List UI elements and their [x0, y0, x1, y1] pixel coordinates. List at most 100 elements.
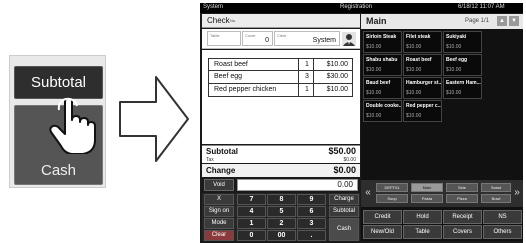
cash-button[interactable]: Cash — [329, 218, 359, 241]
category-tab[interactable]: Side — [446, 183, 478, 192]
category-tab-active[interactable]: Main — [411, 183, 443, 192]
menu-item-price: $10.00 — [406, 113, 422, 119]
menu-item-name: Red pepper c... — [406, 103, 441, 109]
key-3[interactable]: 3 — [297, 218, 326, 229]
ns-button[interactable]: NS — [483, 210, 522, 224]
charge-button[interactable]: Charge — [329, 194, 359, 205]
subtotal-area: Subtotal $50.00 Tax $0.00 — [202, 145, 360, 163]
item-qty: 1 — [305, 61, 309, 68]
key-1[interactable]: 1 — [237, 218, 266, 229]
check-item-row[interactable]: Roast beef 1 $10.00 — [208, 58, 353, 71]
menu-item-tile[interactable]: Double cooke... $10.00 — [363, 100, 402, 122]
menu-panel: Main Page 1/1 ▲ ▼ Sirloin Steak $10.00 Fi… — [361, 14, 523, 241]
menu-item-name: Baud beef — [366, 80, 391, 86]
sign-on-button[interactable]: Sign on — [204, 206, 234, 217]
key-0[interactable]: 0 — [237, 230, 266, 241]
subtotal-label: Subtotal — [206, 147, 238, 156]
category-tab[interactable]: Soup — [376, 194, 408, 203]
table-button[interactable]: Table — [403, 225, 442, 239]
menu-item-tile[interactable]: Baud beef $10.00 — [363, 77, 402, 99]
menu-item-tile[interactable]: Hamburger st... $10.00 — [403, 77, 442, 99]
cover-label: Cover — [245, 33, 256, 38]
covers-button[interactable]: Covers — [443, 225, 482, 239]
menu-item-price: $10.00 — [446, 44, 462, 50]
category-tab[interactable]: Salad — [481, 183, 511, 192]
new-old-button[interactable]: New/Old — [363, 225, 402, 239]
item-qty: 1 — [305, 86, 309, 93]
menu-item-name: Shabu shabu — [366, 57, 398, 63]
item-name: Beef egg — [214, 73, 243, 80]
change-value: $0.00 — [333, 165, 356, 175]
receipt-button[interactable]: Receipt — [443, 210, 482, 224]
category-tab[interactable]: Pizza — [446, 194, 478, 203]
entry-row: Void 0.00 — [202, 178, 360, 192]
clerk-field[interactable]: Clerk System — [274, 31, 340, 46]
menu-item-name: Sukiyaki — [446, 34, 467, 40]
menu-item-tile[interactable]: Sirloin Steak $10.00 — [363, 31, 402, 53]
page-up-icon[interactable]: ▲ — [497, 16, 507, 26]
change-area: Change $0.00 — [202, 164, 360, 177]
menu-item-tile[interactable]: Roast beef $10.00 — [403, 54, 442, 76]
menu-item-name: Hamburger st... — [406, 80, 441, 86]
key-8[interactable]: 8 — [267, 194, 296, 205]
check-number-label: No. — [230, 18, 237, 23]
menu-item-price: $10.00 — [406, 90, 422, 96]
key-5[interactable]: 5 — [267, 206, 296, 217]
pos-screen: System Registration 6/18/12 11:07 AM Che… — [200, 3, 523, 243]
zoom-illustration: Subtotal Cash — [9, 55, 106, 188]
menu-item-tile[interactable]: Sukiyaki $10.00 — [443, 31, 482, 53]
menu-item-tile[interactable]: Red pepper c... $10.00 — [403, 100, 442, 122]
cover-field[interactable]: Cover 0 — [242, 31, 273, 46]
table-field[interactable]: Table — [207, 31, 241, 46]
menu-item-tile[interactable]: Filet steak $10.00 — [403, 31, 442, 53]
menu-item-price: $10.00 — [406, 44, 422, 50]
clerk-label: Clerk — [277, 33, 287, 38]
menu-item-price: $10.00 — [406, 67, 422, 73]
key-dot[interactable]: . — [297, 230, 326, 241]
right-arrow-icon — [119, 76, 189, 162]
menu-item-tile[interactable]: Shabu shabu $10.00 — [363, 54, 402, 76]
page-down-icon[interactable]: ▼ — [509, 16, 519, 26]
status-system: System — [203, 4, 224, 10]
category-tab[interactable]: Pasta — [411, 194, 443, 203]
check-item-row[interactable]: Red pepper chicken 1 $10.00 — [208, 84, 353, 97]
others-button[interactable]: Others — [483, 225, 522, 239]
item-amount: $10.00 — [326, 61, 348, 68]
clear-button[interactable]: Clear — [204, 230, 234, 241]
menu-item-price: $10.00 — [366, 67, 382, 73]
category-tab[interactable]: Bowl — [481, 194, 511, 203]
key-7[interactable]: 7 — [237, 194, 266, 205]
key-2[interactable]: 2 — [267, 218, 296, 229]
subtotal-button[interactable]: Subtotal — [329, 206, 359, 217]
key-4[interactable]: 4 — [237, 206, 266, 217]
amount-entry-field[interactable]: 0.00 — [237, 179, 358, 191]
item-name: Roast beef — [214, 61, 248, 68]
check-items-list: Roast beef 1 $10.00 Beef egg 3 $30.00 Re… — [202, 50, 360, 144]
hold-button[interactable]: Hold — [403, 210, 442, 224]
key-6[interactable]: 6 — [297, 206, 326, 217]
menu-item-name: Roast beef — [406, 57, 432, 63]
check-info-row: Table Cover 0 Clerk System — [202, 29, 360, 49]
item-qty: 3 — [305, 73, 309, 80]
check-item-row[interactable]: Beef egg 3 $30.00 — [208, 71, 353, 84]
zoom-subtotal-button: Subtotal — [14, 66, 103, 99]
menu-item-price: $10.00 — [366, 44, 382, 50]
tax-label: Tax — [206, 157, 214, 163]
void-button[interactable]: Void — [204, 179, 234, 191]
change-label: Change — [206, 166, 236, 175]
menu-item-tile[interactable]: Beef egg $10.00 — [443, 54, 482, 76]
category-tab[interactable]: DEPT01 — [376, 183, 408, 192]
mode-button[interactable]: Mode — [204, 218, 234, 229]
page-indicator: Page 1/1 — [465, 18, 490, 24]
clerk-value: System — [312, 37, 336, 44]
key-9[interactable]: 9 — [297, 194, 326, 205]
function-row: Credit Hold Receipt NS — [361, 210, 523, 225]
category-prev-icon[interactable]: « — [363, 185, 373, 202]
cover-value: 0 — [265, 37, 269, 44]
category-next-icon[interactable]: » — [512, 185, 522, 202]
keypad: X Sign on Mode Clear 7 8 9 4 5 6 1 2 3 0… — [202, 193, 360, 241]
x-button[interactable]: X — [204, 194, 234, 205]
menu-item-tile[interactable]: Eastern Ham... $10.00 — [443, 77, 482, 99]
key-00[interactable]: 00 — [267, 230, 296, 241]
credit-button[interactable]: Credit — [363, 210, 402, 224]
